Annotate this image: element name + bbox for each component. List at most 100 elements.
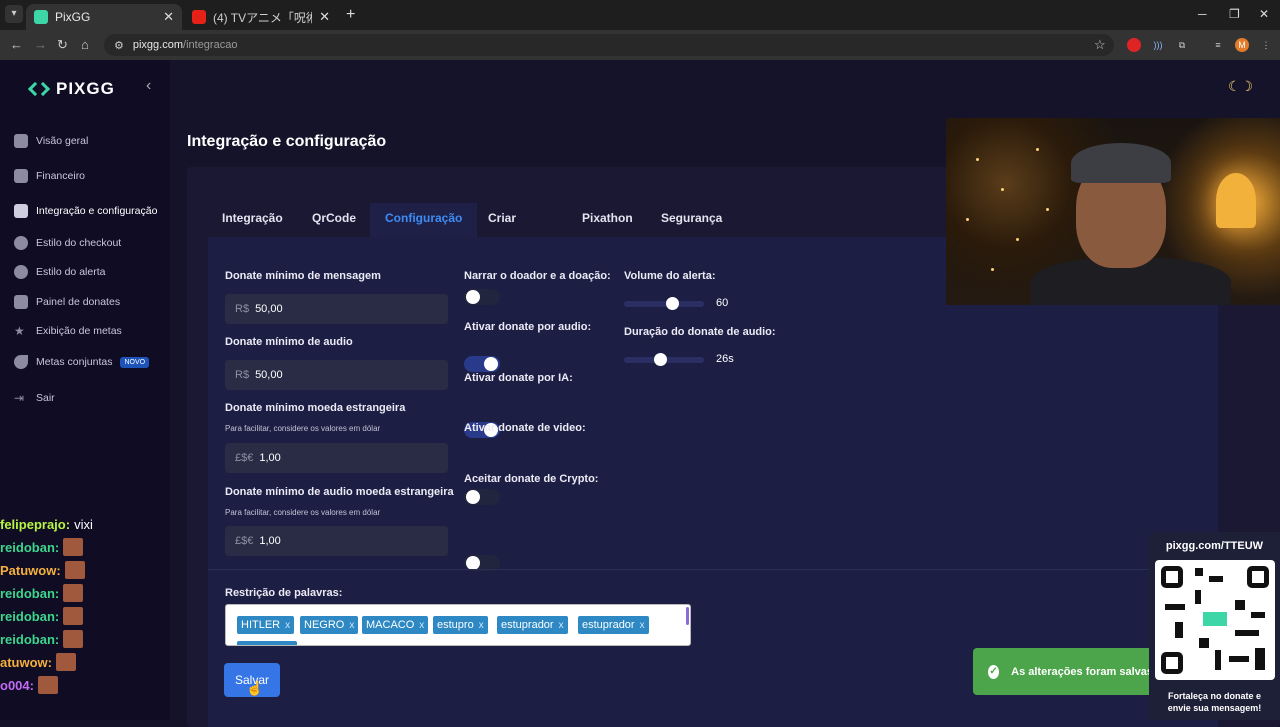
chat-username: reidoban:	[0, 631, 60, 647]
tag-remove-icon[interactable]: x	[640, 620, 645, 631]
tag-remove-icon[interactable]: x	[349, 620, 354, 631]
tab-pixgg[interactable]: PixGG ✕	[26, 4, 182, 30]
sidebar-item-estilo-checkout[interactable]: Estilo do checkout	[14, 232, 121, 254]
emote-icon	[64, 561, 85, 579]
menu-kebab-icon[interactable]: ⋮	[1259, 38, 1273, 52]
palette-icon	[14, 265, 28, 279]
currency-prefix: R$	[235, 369, 250, 381]
window-close-icon[interactable]: ✕	[1259, 7, 1269, 21]
sidebar-item-label: Sair	[36, 392, 55, 404]
chat-message: atuwow:	[0, 652, 76, 672]
tab-seguranca[interactable]: Segurança	[646, 203, 737, 237]
url-path: /integracao	[183, 39, 238, 51]
tag-remove-icon[interactable]: x	[559, 620, 564, 631]
slider-thumb[interactable]	[654, 353, 667, 366]
input-value: 50,00	[255, 369, 283, 381]
tag-remove-icon[interactable]: x	[419, 620, 424, 631]
qr-caption-line: envie sua mensagem!	[1167, 703, 1262, 713]
success-toast[interactable]: ✓ As alterações foram salvas	[973, 648, 1153, 695]
scrollbar[interactable]	[686, 607, 689, 625]
input-value: 50,00	[255, 303, 283, 315]
chart-icon	[14, 295, 28, 309]
home-icon[interactable]: ⌂	[81, 37, 89, 52]
input-value: 1,00	[259, 452, 281, 464]
sidebar-item-exibicao-metas[interactable]: ★ Exibição de metas	[14, 320, 122, 342]
address-bar[interactable]: ⚙ pixgg.com/integracao	[104, 34, 1114, 56]
chat-message: reidoban:	[0, 606, 84, 626]
tab-integracao[interactable]: Integração	[207, 203, 298, 237]
streamer-cap	[1071, 143, 1171, 183]
min-message-input[interactable]: R$ 50,00	[225, 294, 448, 324]
document-icon	[14, 204, 28, 218]
collapse-sidebar-icon[interactable]: ‹	[146, 77, 151, 95]
slider-thumb[interactable]	[666, 297, 679, 310]
toggle-audio-label: Ativar donate por audio:	[464, 321, 592, 333]
restore-icon[interactable]: ❐	[1229, 7, 1240, 21]
tab-qrcode[interactable]: QrCode	[297, 203, 371, 237]
word-tag: estuprador x	[578, 616, 649, 634]
emote-icon	[63, 630, 84, 648]
extension-record-icon[interactable]	[1127, 38, 1141, 52]
volume-slider[interactable]	[624, 297, 704, 310]
qr-finder	[1247, 566, 1269, 588]
sidebar-item-integracao[interactable]: Integração e configuração	[14, 200, 157, 222]
extension-wave-icon[interactable]: )))	[1151, 38, 1165, 52]
tab-criar-metas[interactable]: Criar metas	[473, 203, 538, 255]
new-tab-icon[interactable]: +	[346, 6, 355, 24]
currency-prefix: R$	[235, 303, 250, 315]
qr-overlay: pixgg.com/TTEUW Fortaleça no donate e en…	[1149, 532, 1280, 720]
tag-remove-icon[interactable]: x	[285, 620, 290, 631]
sidebar-item-label: Exibição de metas	[36, 325, 122, 337]
wallet-icon	[14, 169, 28, 183]
close-tab-icon[interactable]: ✕	[319, 9, 330, 25]
reload-icon[interactable]: ↻	[57, 37, 68, 53]
currency-prefix: £$€	[235, 535, 254, 547]
chat-username: Patuwow:	[0, 562, 61, 578]
section-divider	[208, 569, 1238, 570]
restricted-words-input[interactable]: HITLER x NEGRO x MACACO x estupro x estuprad…	[225, 604, 691, 646]
toggle-video[interactable]	[464, 489, 500, 505]
tag-remove-icon[interactable]: x	[479, 620, 484, 631]
emote-icon	[63, 538, 84, 556]
word-tag: MACACO x	[362, 616, 429, 634]
close-tab-icon[interactable]: ✕	[163, 9, 174, 25]
sidebar-item-metas-conjuntas[interactable]: Metas conjuntas NOVO	[14, 351, 150, 373]
emote-icon	[63, 607, 84, 625]
theme-toggle-moon-icon[interactable]: ☾☽	[1228, 78, 1253, 95]
word-tag: estuprador x	[497, 616, 568, 634]
toggle-audio[interactable]	[464, 356, 500, 372]
toggle-narrar[interactable]	[464, 289, 500, 305]
sidebar-item-visao-geral[interactable]: Visão geral	[14, 130, 88, 152]
audio-duration-slider[interactable]	[624, 353, 704, 366]
tab-youtube[interactable]: (4) TVアニメ「呪術廻戦」第3期「死 ✕	[184, 4, 338, 30]
media-control-icon[interactable]: ≡	[1211, 38, 1225, 52]
sidebar-item-estilo-alerta[interactable]: Estilo do alerta	[14, 261, 105, 283]
min-audio-foreign-input[interactable]: £$€ 1,00	[225, 526, 448, 556]
minimize-icon[interactable]: ─	[1198, 7, 1207, 21]
tab-configuracao[interactable]: Configuração	[370, 203, 478, 237]
chat-username: felipeprajo:	[0, 516, 71, 532]
toggle-crypto-label: Aceitar donate de Crypto:	[464, 473, 599, 485]
forward-icon[interactable]: →	[34, 37, 47, 52]
sidebar-item-label: Estilo do checkout	[36, 237, 122, 249]
tab-pixathon[interactable]: Pixathon	[567, 203, 648, 237]
new-badge: NOVO	[120, 356, 150, 368]
extensions-puzzle-icon[interactable]: ⧉	[1175, 38, 1189, 52]
min-audio-input[interactable]: R$ 50,00	[225, 360, 448, 390]
sidebar-item-label: Financeiro	[36, 170, 86, 182]
site-info-icon[interactable]: ⚙	[114, 39, 124, 52]
pixgg-logo[interactable]: PIXGG	[27, 79, 115, 99]
sidebar-item-financeiro[interactable]: Financeiro	[14, 165, 85, 187]
tag-text: HITLER	[241, 619, 281, 631]
tab-list-button[interactable]: ▾	[5, 5, 23, 23]
back-icon[interactable]: ←	[10, 37, 23, 52]
sidebar-item-sair[interactable]: ⇥ Sair	[14, 387, 55, 409]
qr-url: pixgg.com/TTEUW	[1165, 540, 1264, 552]
audio-duration-value: 26s	[716, 353, 734, 365]
chat-text: vixi	[74, 516, 93, 532]
min-foreign-input[interactable]: £$€ 1,00	[225, 443, 448, 473]
chat-message: reidoban:	[0, 537, 84, 557]
profile-avatar[interactable]: M	[1235, 38, 1249, 52]
bookmark-star-icon[interactable]: ☆	[1094, 37, 1106, 53]
sidebar-item-painel-donates[interactable]: Painel de donates	[14, 291, 120, 313]
